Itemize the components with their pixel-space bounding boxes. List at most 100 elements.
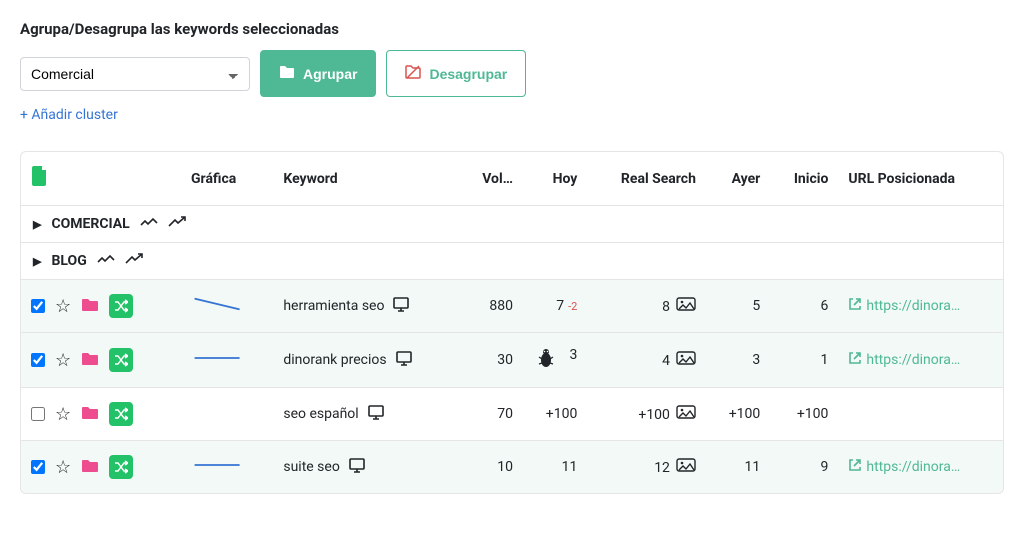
group-row[interactable]: ▶ BLOG: [21, 243, 1003, 280]
external-link-icon: [848, 458, 862, 476]
star-icon[interactable]: ☆: [55, 404, 71, 425]
delta-value: -2: [568, 300, 577, 313]
star-icon[interactable]: ☆: [55, 296, 71, 317]
url-text: https://dinora…: [866, 352, 960, 368]
group-label: Agrupar: [303, 66, 357, 82]
sparkline-cell[interactable]: [181, 388, 273, 441]
real-cell: 4: [587, 333, 706, 388]
desktop-icon: [367, 404, 385, 424]
row-checkbox[interactable]: [31, 299, 45, 313]
image-icon: [676, 299, 696, 315]
keywords-table-wrap: Gráfica Keyword Vol… Hoy Real Search Aye…: [20, 151, 1004, 494]
ayer-cell: +100: [706, 388, 770, 441]
keyword-text: dinorank precios: [283, 352, 386, 368]
hoy-cell: 11: [523, 441, 587, 494]
header-volumen[interactable]: Vol…: [460, 152, 523, 206]
cluster-select[interactable]: Comercial: [20, 57, 250, 91]
shuffle-icon[interactable]: [109, 294, 133, 318]
row-checkbox[interactable]: [31, 407, 45, 421]
header-keyword[interactable]: Keyword: [273, 152, 459, 206]
keywords-table: Gráfica Keyword Vol… Hoy Real Search Aye…: [21, 152, 1003, 493]
folder-icon[interactable]: [81, 350, 99, 371]
inicio-cell: 9: [770, 441, 838, 494]
inicio-cell: 6: [770, 280, 838, 333]
row-checkbox[interactable]: [31, 353, 45, 367]
group-button[interactable]: Agrupar: [260, 50, 376, 97]
table-row: ☆seo español 70+100+100+100+100: [21, 388, 1003, 441]
add-cluster-link[interactable]: + Añadir cluster: [20, 107, 118, 123]
group-name: COMERCIAL: [51, 216, 129, 232]
header-url[interactable]: URL Posicionada: [838, 152, 1003, 206]
ungroup-label: Desagrupar: [429, 66, 507, 82]
real-cell: 12: [587, 441, 706, 494]
trend-icon[interactable]: [140, 216, 158, 232]
trend-up-icon[interactable]: [125, 253, 143, 269]
trend-up-icon[interactable]: [168, 216, 186, 232]
folder-slash-icon: [405, 65, 421, 82]
hoy-cell: 3: [523, 333, 587, 388]
group-row[interactable]: ▶ COMERCIAL: [21, 206, 1003, 243]
sparkline-cell[interactable]: [181, 280, 273, 333]
hoy-cell: +100: [523, 388, 587, 441]
table-row: ☆suite seo 101112119https://dinora…: [21, 441, 1003, 494]
inicio-cell: 1: [770, 333, 838, 388]
url-text: https://dinora…: [866, 459, 960, 475]
url-cell: https://dinora…: [838, 441, 1003, 494]
ungroup-button[interactable]: Desagrupar: [386, 50, 526, 97]
real-cell: 8: [587, 280, 706, 333]
url-cell: https://dinora…: [838, 333, 1003, 388]
keyword-text: herramienta seo: [283, 298, 384, 314]
expand-arrow-icon[interactable]: ▶: [33, 255, 41, 268]
shuffle-icon[interactable]: [109, 348, 133, 372]
header-grafica[interactable]: Gráfica: [181, 152, 273, 206]
external-link-icon: [848, 351, 862, 369]
real-cell: +100: [587, 388, 706, 441]
sparkline-cell[interactable]: [181, 333, 273, 388]
url-link[interactable]: https://dinora…: [848, 351, 960, 369]
url-link[interactable]: https://dinora…: [848, 297, 960, 315]
image-icon: [676, 407, 696, 423]
url-cell: [838, 388, 1003, 441]
folder-icon[interactable]: [81, 457, 99, 478]
ayer-cell: 5: [706, 280, 770, 333]
header-ayer[interactable]: Ayer: [706, 152, 770, 206]
inicio-cell: +100: [770, 388, 838, 441]
shuffle-icon[interactable]: [109, 455, 133, 479]
page-title: Agrupa/Desagrupa las keywords selecciona…: [20, 20, 1004, 38]
volume-cell: 10: [460, 441, 523, 494]
keyword-text: suite seo: [283, 459, 339, 475]
volume-cell: 70: [460, 388, 523, 441]
shuffle-icon[interactable]: [109, 402, 133, 426]
expand-arrow-icon[interactable]: ▶: [33, 218, 41, 231]
keyword-text: seo español: [283, 406, 358, 422]
star-icon[interactable]: ☆: [55, 457, 71, 478]
folder-icon[interactable]: [81, 404, 99, 425]
header-real[interactable]: Real Search: [587, 152, 706, 206]
external-link-icon: [848, 297, 862, 315]
header-hoy[interactable]: Hoy: [523, 152, 587, 206]
desktop-icon: [348, 457, 366, 477]
sparkline-cell[interactable]: [181, 441, 273, 494]
image-icon: [676, 353, 696, 369]
group-name: BLOG: [51, 253, 86, 269]
folder-icon: [279, 65, 295, 82]
table-row: ☆ herramienta seo 8807-2856 https://dinora…: [21, 280, 1003, 333]
trend-icon[interactable]: [97, 253, 115, 269]
folder-icon[interactable]: [81, 296, 99, 317]
row-checkbox[interactable]: [31, 460, 45, 474]
volume-cell: 880: [460, 280, 523, 333]
table-row: ☆dinorank precios 303431https://dinora…: [21, 333, 1003, 388]
bug-icon: [537, 347, 555, 373]
page-icon[interactable]: [31, 167, 49, 191]
desktop-icon: [392, 296, 410, 316]
ayer-cell: 11: [706, 441, 770, 494]
header-inicio[interactable]: Inicio: [770, 152, 838, 206]
hoy-cell: 7-2: [523, 280, 587, 333]
url-link[interactable]: https://dinora…: [848, 458, 960, 476]
star-icon[interactable]: ☆: [55, 350, 71, 371]
ayer-cell: 3: [706, 333, 770, 388]
volume-cell: 30: [460, 333, 523, 388]
controls-row: Comercial Agrupar Desagrupar: [20, 50, 1004, 97]
image-icon: [676, 460, 696, 476]
header-actions: [21, 152, 181, 206]
